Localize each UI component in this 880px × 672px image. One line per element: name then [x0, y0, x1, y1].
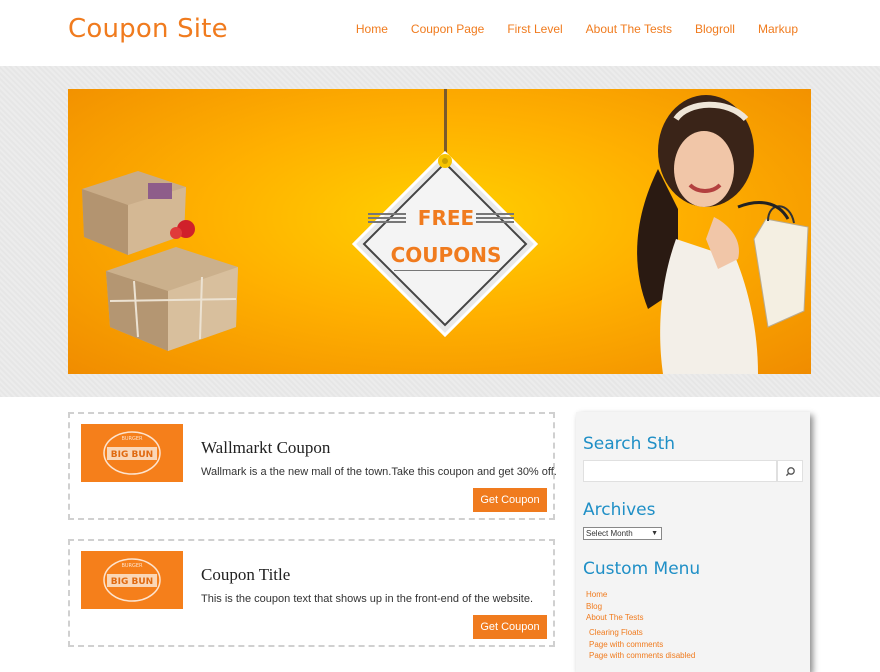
- coupon-logo-subtext: BURGER: [121, 436, 143, 442]
- submenu-link-page-with-comments-disabled[interactable]: Page with comments disabled: [589, 651, 695, 660]
- tag-string: [444, 89, 447, 155]
- search-icon: [785, 467, 795, 477]
- nav-blogroll[interactable]: Blogroll: [695, 22, 735, 36]
- search-widget-title: Search Sth: [583, 434, 676, 454]
- gift-boxes-image: [82, 171, 238, 351]
- search-input[interactable]: [583, 460, 777, 482]
- submenu-link-page-with-comments[interactable]: Page with comments: [589, 640, 663, 649]
- custom-menu-widget-title: Custom Menu: [583, 559, 701, 579]
- archives-widget-title: Archives: [583, 500, 656, 520]
- get-coupon-button[interactable]: Get Coupon: [473, 488, 547, 512]
- site-header: Coupon Site Home Coupon Page First Level…: [0, 0, 880, 66]
- coupon-text: This is the coupon text that shows up in…: [201, 593, 534, 605]
- archives-select-value: Select Month: [586, 529, 633, 538]
- site-title[interactable]: Coupon Site: [68, 14, 228, 44]
- hero-banner: FREE COUPONS: [68, 89, 811, 374]
- banner-coupons-text: COUPONS: [390, 243, 502, 267]
- coupon-logo-image: BIG BUN BURGER: [81, 551, 183, 609]
- chevron-down-icon: ▼: [651, 530, 658, 537]
- coupon-logo-image: BIG BUN BURGER: [81, 424, 183, 482]
- hero-band: FREE COUPONS: [0, 66, 880, 397]
- nav-first-level[interactable]: First Level: [507, 22, 562, 36]
- coupon-card-2: BIG BUN BURGER Coupon Title This is the …: [68, 539, 555, 647]
- coupon-card-1: BIG BUN BURGER Wallmarkt Coupon Wallmark…: [68, 412, 557, 520]
- coupon-logo-text: BIG BUN: [111, 577, 153, 587]
- nav-markup[interactable]: Markup: [758, 22, 798, 36]
- search-button[interactable]: [777, 460, 803, 482]
- nav-home[interactable]: Home: [356, 22, 388, 36]
- archives-select[interactable]: Select Month ▼: [583, 527, 662, 540]
- coupon-logo-subtext: BURGER: [121, 563, 143, 569]
- coupon-title[interactable]: Wallmarkt Coupon: [201, 438, 330, 458]
- coupon-logo-text: BIG BUN: [111, 450, 153, 460]
- menu-link-home[interactable]: Home: [586, 590, 607, 599]
- menu-link-about-the-tests[interactable]: About The Tests: [586, 613, 644, 622]
- banner-free-text: FREE: [417, 206, 475, 230]
- shopper-woman-image: [637, 95, 809, 374]
- submenu-link-clearing-floats[interactable]: Clearing Floats: [589, 628, 643, 637]
- nav-about-the-tests[interactable]: About The Tests: [586, 22, 672, 36]
- get-coupon-button[interactable]: Get Coupon: [473, 615, 547, 639]
- coupon-title[interactable]: Coupon Title: [201, 565, 290, 585]
- coupon-text: Wallmark is a the new mall of the town.T…: [201, 466, 557, 478]
- menu-link-blog[interactable]: Blog: [586, 602, 602, 611]
- tag-deco-lines-left: [368, 213, 406, 225]
- sidebar: Search Sth Archives Select Month ▼ Custo…: [576, 412, 810, 672]
- nav-coupon-page[interactable]: Coupon Page: [411, 22, 484, 36]
- main-nav: Home Coupon Page First Level About The T…: [333, 22, 798, 36]
- tag-underline: [394, 270, 498, 271]
